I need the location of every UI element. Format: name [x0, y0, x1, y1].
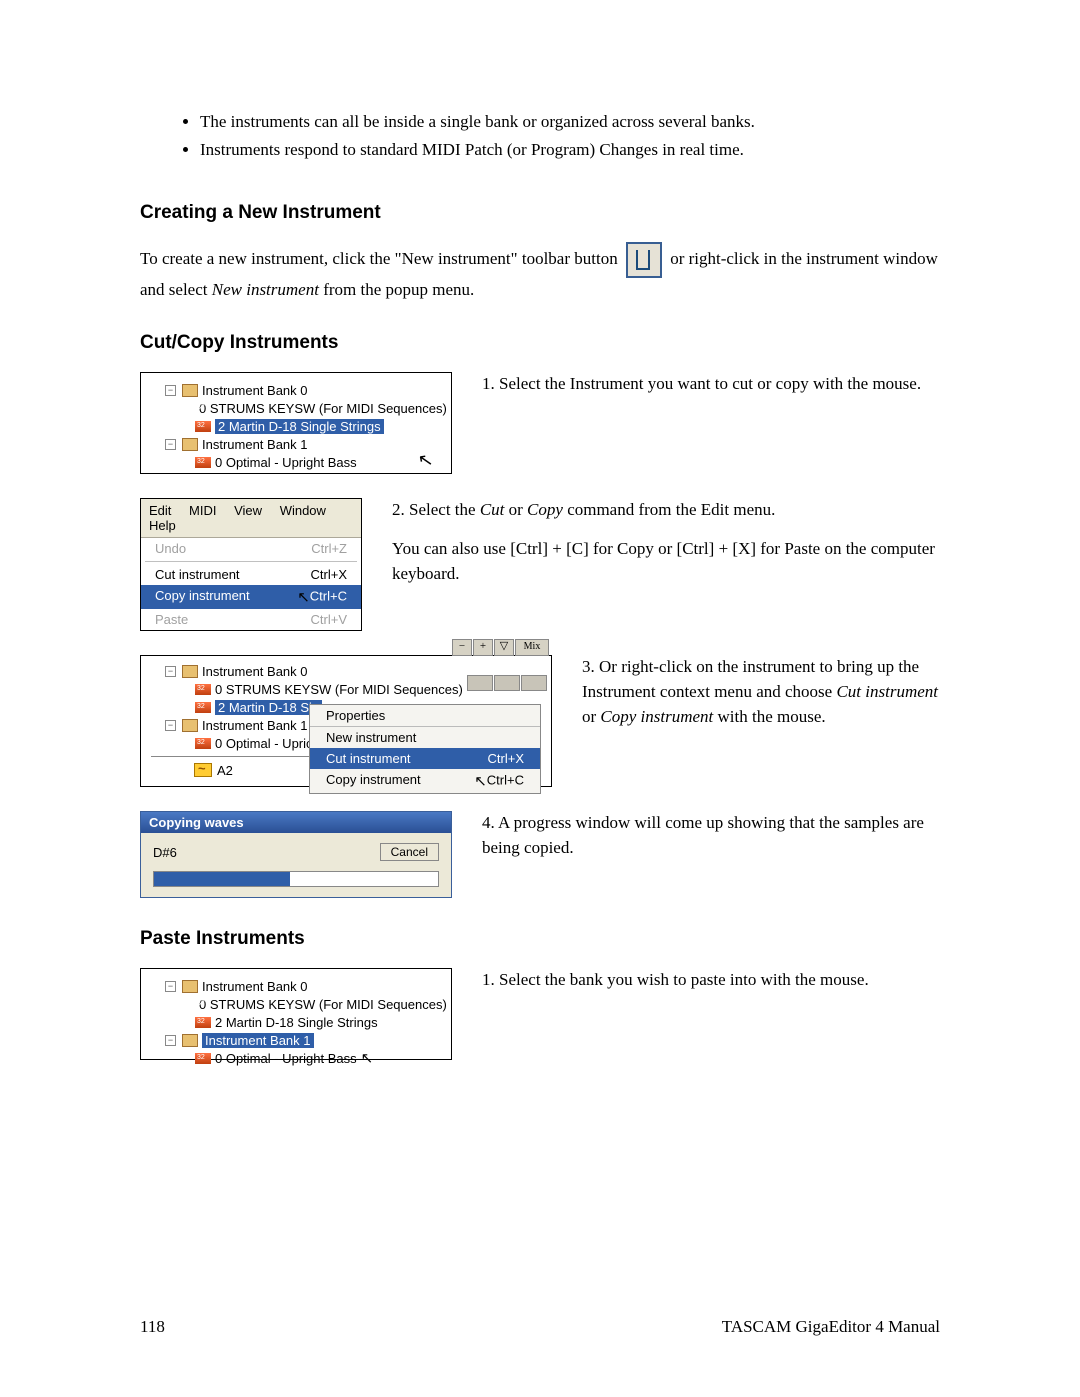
folder-icon: [182, 438, 198, 451]
tree-sample-a2[interactable]: A2: [217, 763, 233, 778]
folder-icon: [182, 1034, 198, 1047]
new-instrument-toolbar-icon: [626, 242, 662, 278]
dialog-note-label: D#6: [153, 845, 177, 860]
create-text-a: To create a new instrument, click the "N…: [140, 249, 622, 268]
tree-optimal[interactable]: 0 Optimal - Upright Bass: [215, 455, 357, 470]
step4-text: 4. A progress window will come up showin…: [482, 811, 940, 860]
tree-expander-icon[interactable]: −: [165, 981, 176, 992]
page-number: 118: [140, 1317, 165, 1337]
instrument-icon: [195, 1053, 211, 1064]
instrument-icon: [195, 738, 211, 749]
tree-expander-icon[interactable]: −: [165, 720, 176, 731]
instrument-icon: [195, 421, 211, 432]
tree-bank0[interactable]: Instrument Bank 0: [202, 383, 308, 398]
menu-cut-instrument[interactable]: Cut instrumentCtrl+X: [141, 564, 361, 585]
instrument-icon: [195, 457, 211, 468]
context-menu: Properties New instrument Cut instrument…: [309, 704, 541, 794]
tree-strums[interactable]: 0 STRUMS KEYSW (For MIDI Sequences): [199, 401, 447, 416]
tree-optimal[interactable]: 0 Optimal - Upright Bass: [215, 1051, 357, 1066]
cursor-icon: ↖: [297, 588, 310, 606]
menu-midi[interactable]: MIDI: [189, 503, 216, 518]
paste-step1-text: 1. Select the bank you wish to paste int…: [482, 968, 940, 993]
dialog-title: Copying waves: [141, 812, 451, 833]
tree-optimal-trunc[interactable]: 0 Optimal - Upric: [215, 736, 313, 751]
win-minus-button[interactable]: −: [452, 639, 472, 656]
create-italic: New instrument: [212, 280, 319, 299]
ctx-new-instrument[interactable]: New instrument: [310, 727, 540, 748]
tree-bank0[interactable]: Instrument Bank 0: [202, 979, 308, 994]
figure-instrument-tree-paste: − Instrument Bank 0 0 STRUMS KEYSW (For M…: [140, 968, 452, 1060]
figure-progress-dialog: Copying waves D#6 Cancel: [140, 811, 452, 898]
menu-undo: UndoCtrl+Z: [141, 538, 361, 559]
menu-view[interactable]: View: [234, 503, 262, 518]
folder-icon: [182, 384, 198, 397]
heading-creating: Creating a New Instrument: [140, 202, 940, 224]
heading-cutcopy: Cut/Copy Instruments: [140, 332, 940, 354]
instrument-icon: [195, 702, 211, 713]
figure-instrument-tree-1: − Instrument Bank 0 0 STRUMS KEYSW (For M…: [140, 372, 452, 474]
progress-bar: [153, 871, 439, 887]
step3-text: 3. Or right-click on the instrument to b…: [582, 655, 940, 729]
tree-martin[interactable]: 2 Martin D-18 Single Strings: [215, 1015, 378, 1030]
step2-column: 2. Select the Cut or Copy command from t…: [392, 498, 940, 600]
page-footer: 118 TASCAM GigaEditor 4 Manual: [140, 1317, 940, 1337]
menu-window[interactable]: Window: [280, 503, 326, 518]
instrument-icon: [195, 1017, 211, 1028]
tree-expander-icon[interactable]: −: [165, 666, 176, 677]
cancel-button[interactable]: Cancel: [380, 843, 439, 861]
create-text-c: from the popup menu.: [323, 280, 474, 299]
figure-edit-menu: Edit MIDI View Window Help UndoCtrl+Z Cu…: [140, 498, 362, 631]
cursor-icon: ↖: [474, 772, 487, 790]
menu-copy-instrument[interactable]: Copy instrument↖Ctrl+C: [141, 585, 361, 609]
menubar: Edit MIDI View Window Help: [141, 499, 361, 538]
folder-icon: [182, 665, 198, 678]
cursor-icon: ↖: [416, 449, 435, 472]
heading-paste: Paste Instruments: [140, 928, 940, 950]
win-dropdown-button[interactable]: ▽: [494, 639, 514, 656]
tree-bank1[interactable]: Instrument Bank 1: [202, 437, 308, 452]
tree-martin-selected[interactable]: 2 Martin D-18 Sin: [215, 700, 322, 715]
instrument-icon: [195, 684, 211, 695]
menu-help[interactable]: Help: [149, 518, 176, 533]
ctx-properties[interactable]: Properties: [310, 705, 540, 726]
tree-expander-icon[interactable]: −: [165, 1035, 176, 1046]
step2-extra: You can also use [Ctrl] + [C] for Copy o…: [392, 537, 940, 586]
ctx-copy-instrument[interactable]: Copy instrument↖Ctrl+C: [310, 769, 540, 793]
mix-tab[interactable]: Mix: [515, 639, 549, 656]
tree-strums[interactable]: 0 STRUMS KEYSW (For MIDI Sequences): [215, 682, 463, 697]
folder-icon: [182, 980, 198, 993]
tree-expander-icon[interactable]: −: [165, 439, 176, 450]
wave-icon: [194, 763, 212, 777]
tree-bank1-selected[interactable]: Instrument Bank 1: [202, 1033, 314, 1048]
edit-dropdown: UndoCtrl+Z Cut instrumentCtrl+X Copy ins…: [141, 538, 361, 630]
tree-martin-selected[interactable]: 2 Martin D-18 Single Strings: [215, 419, 384, 434]
intro-bullets: The instruments can all be inside a sing…: [140, 110, 940, 162]
folder-icon: [182, 719, 198, 732]
bullet-2: Instruments respond to standard MIDI Pat…: [200, 138, 940, 162]
ctx-cut-instrument[interactable]: Cut instrumentCtrl+X: [310, 748, 540, 769]
tree-expander-icon[interactable]: −: [165, 385, 176, 396]
create-paragraph: To create a new instrument, click the "N…: [140, 242, 940, 303]
menu-paste: PasteCtrl+V: [141, 609, 361, 630]
step1-text: 1. Select the Instrument you want to cut…: [482, 372, 940, 397]
tree-strums[interactable]: 0 STRUMS KEYSW (For MIDI Sequences): [199, 997, 447, 1012]
tree-bank1[interactable]: Instrument Bank 1: [202, 718, 308, 733]
slot-indicators: [467, 675, 547, 691]
bullet-1: The instruments can all be inside a sing…: [200, 110, 940, 134]
book-title: TASCAM GigaEditor 4 Manual: [722, 1317, 940, 1337]
tree-bank0[interactable]: Instrument Bank 0: [202, 664, 308, 679]
cursor-icon: ↖: [361, 1049, 374, 1067]
menu-edit[interactable]: Edit: [149, 503, 171, 518]
figure-context-menu: − + ▽ Mix −Instrument Bank 0 0 STRUMS KE…: [140, 655, 552, 787]
win-plus-button[interactable]: +: [473, 639, 493, 656]
